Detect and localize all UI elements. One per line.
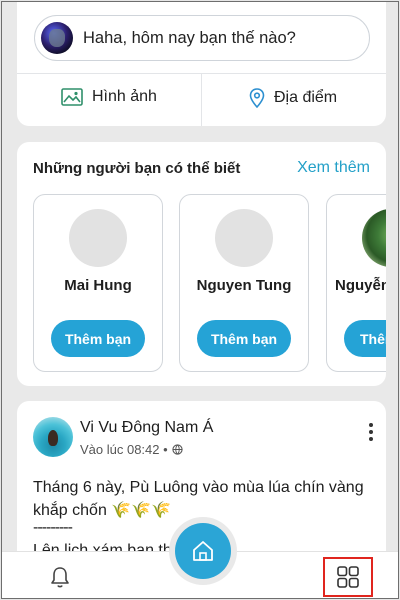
section-title: Những người bạn có thể biết xyxy=(33,160,241,177)
app-screen: Haha, hôm nay bạn thế nào? Hình ảnh Địa … xyxy=(1,1,399,599)
add-photo-label: Hình ảnh xyxy=(92,88,157,105)
see-more-link[interactable]: Xem thêm xyxy=(297,159,370,177)
person-name: Nguyễn xyxy=(335,277,386,294)
user-avatar xyxy=(41,22,73,54)
suggestion-card[interactable]: Nguyen Tung Thêm bạn xyxy=(179,194,309,372)
post-time: Vào lúc 08:42 • xyxy=(80,442,168,457)
menu-grid-button[interactable] xyxy=(323,557,373,597)
status-prompt: Haha, hôm nay bạn thế nào? xyxy=(83,28,296,47)
status-input[interactable]: Haha, hôm nay bạn thế nào? xyxy=(34,15,370,61)
globe-icon xyxy=(172,444,183,455)
person-name: Nguyen Tung xyxy=(196,277,292,294)
post-line: Tháng 6 này, Pù Luông vào mùa lúa chín v… xyxy=(33,479,364,496)
add-photo-button[interactable]: Hình ảnh xyxy=(61,88,157,106)
add-friend-button[interactable]: Thêm bạn xyxy=(197,320,291,357)
grid-icon xyxy=(337,566,359,588)
suggestion-card[interactable]: Mai Hung Thêm bạn xyxy=(33,194,163,372)
post-composer-card: Haha, hôm nay bạn thế nào? Hình ảnh Địa … xyxy=(17,2,386,126)
image-icon xyxy=(61,88,83,106)
add-location-label: Địa điểm xyxy=(274,89,338,106)
suggestion-card[interactable]: Nguyễn Thêm xyxy=(326,194,386,372)
location-pin-icon xyxy=(249,88,265,108)
divider xyxy=(201,74,202,126)
post-author[interactable]: Vi Vu Đông Nam Á xyxy=(80,419,213,437)
post-meta: Vào lúc 08:42 • xyxy=(80,442,183,457)
wheat-emoji: 🌾🌾🌾 xyxy=(111,502,172,519)
add-friend-button[interactable]: Thêm bạn xyxy=(51,320,145,357)
avatar xyxy=(362,209,386,267)
post-body: Tháng 6 này, Pù Luông vào mùa lúa chín v… xyxy=(33,476,378,522)
friend-suggestions-card: Những người bạn có thể biết Xem thêm Mai… xyxy=(17,142,386,386)
home-button[interactable] xyxy=(175,523,231,579)
post-line: khắp chốn xyxy=(33,502,107,519)
avatar xyxy=(215,209,273,267)
avatar xyxy=(69,209,127,267)
person-name: Mai Hung xyxy=(64,277,132,294)
post-separator: --------- xyxy=(33,519,73,536)
more-vertical-icon[interactable] xyxy=(368,423,374,441)
add-location-button[interactable]: Địa điểm xyxy=(249,88,337,108)
bell-icon xyxy=(51,567,69,588)
add-friend-button[interactable]: Thêm xyxy=(344,320,386,357)
author-avatar[interactable] xyxy=(33,417,73,457)
notifications-button[interactable] xyxy=(50,566,70,595)
home-icon xyxy=(193,541,213,561)
